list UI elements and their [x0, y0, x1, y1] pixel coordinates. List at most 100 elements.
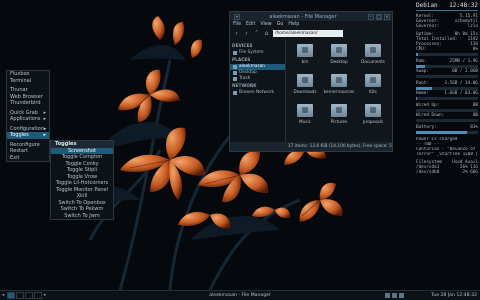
wired-up-row: Wired Up: 0B — [414, 103, 480, 108]
swap-row-key: Swap: — [416, 69, 429, 74]
menu-item-label: Exit — [10, 154, 20, 161]
kernel-row: Governor: lzlo — [414, 24, 480, 29]
status-bar: 17 items: 13.6 KiB (14,100 bytes), Free … — [230, 142, 392, 151]
window-title: aleekmasan - File Manager — [269, 13, 337, 20]
menu-go[interactable]: Go — [277, 22, 284, 27]
prev-desktop-icon[interactable]: ◂ — [0, 293, 6, 298]
sidebar-item-label: Trash — [239, 76, 251, 81]
root-row: Root: 3.5GB / 14.0G — [414, 81, 480, 86]
forward-icon[interactable]: › — [243, 30, 250, 37]
filesystem-row: /dev/sdb8 2% 66G — [414, 170, 480, 175]
location-bar[interactable]: /home/aleekmasan/ — [273, 29, 343, 37]
conky-clock: 12:48:32 — [449, 2, 478, 9]
sidebar-item-label: Browse Network — [239, 90, 274, 95]
home-icon[interactable]: ⌂ — [263, 30, 270, 37]
window-titlebar[interactable]: ≡ aleekmasan - File Manager – □ × — [230, 12, 392, 21]
folder-item-proposals[interactable]: proposals — [356, 104, 390, 134]
root-bar — [416, 87, 478, 90]
ram-row-value: 25MB / 1.9G — [449, 59, 478, 64]
divider — [416, 10, 478, 11]
folder-item-downloads[interactable]: Downloads — [288, 74, 322, 104]
back-icon[interactable]: ‹ — [233, 30, 240, 37]
folder-item-desktop[interactable]: Desktop — [322, 44, 356, 74]
folder-item-pictures[interactable]: Pictures — [322, 104, 356, 134]
menu-item-label: Toggles — [10, 132, 29, 138]
menu-item-toggles[interactable]: Toggles ▸ — [7, 132, 49, 139]
menu-item-label: Thunderbird — [10, 100, 41, 106]
folder-item-kernel-sources[interactable]: kernel-sources — [322, 74, 356, 104]
folder-label: Desktop — [330, 59, 348, 64]
ram-row-key: Ram: — [416, 59, 427, 64]
sidebar-item-browse-network[interactable]: Browse Network — [230, 90, 285, 96]
swap-row-value: 0B / 2.0GB — [452, 69, 478, 74]
hostname: Debian — [416, 2, 438, 9]
submenu-arrow-icon: ▸ — [43, 116, 46, 122]
toggles-submenu: Toggles Screenshot Toggle Compton Toggle C… — [50, 140, 114, 220]
battery-row-key: Battery: — [416, 125, 437, 130]
menu-edit[interactable]: Edit — [246, 22, 255, 27]
menu-item-applications[interactable]: Applications ▸ — [7, 116, 49, 123]
folder-icon — [331, 44, 347, 57]
tray-icon[interactable] — [385, 293, 390, 298]
desktop-2-button[interactable] — [16, 292, 24, 299]
wired-up-row-key: Wired Up: — [416, 103, 440, 108]
conky-panel: Debian 12:48:32 Kernel: 5.15.91 Governor: s… — [414, 0, 480, 290]
folder-label: Kits — [369, 89, 377, 94]
wired-down-row-key: Wired Down: — [416, 113, 445, 118]
folder-icon — [297, 74, 313, 87]
menu-item-toggle-lil-hotcorners[interactable]: Toggle Lil-Hotcorners — [51, 180, 113, 187]
tray-icon[interactable] — [392, 293, 397, 298]
desktop-4-button[interactable] — [34, 292, 42, 299]
sidebar: DEVICES File System PLACES aleekmasan De… — [230, 40, 286, 143]
close-icon[interactable]: × — [384, 13, 390, 20]
file-grid: bin Desktop Documents Downloads kernel-sourc… — [286, 40, 392, 143]
sidebar-header-places: PLACES — [232, 58, 251, 63]
folder-icon — [365, 104, 381, 117]
folder-item-kits[interactable]: Kits — [356, 74, 390, 104]
folder-icon — [331, 74, 347, 87]
folder-icon — [365, 44, 381, 57]
system-tray — [385, 293, 404, 298]
menu-view[interactable]: View — [260, 22, 271, 27]
sidebar-header-devices: DEVICES — [232, 44, 253, 49]
wired-down-bar — [416, 119, 478, 122]
home-bar — [416, 97, 478, 100]
home-row-value: 1.6GB / 83.0G — [444, 91, 478, 96]
sidebar-item-label: File System — [239, 50, 264, 55]
taskbar-clock: Tue 28 Jan 12:48:32 — [431, 293, 477, 298]
music-line: Terror" _Startrek 1x08 | — [416, 152, 479, 157]
folder-item-bin[interactable]: bin — [288, 44, 322, 74]
menu-item-switch-to-jwm[interactable]: Switch To Jwm — [51, 213, 113, 220]
menu-file[interactable]: File — [233, 22, 241, 27]
battery-row-value: 83% — [470, 125, 478, 130]
folder-label: kernel-sources — [323, 89, 355, 94]
wired-up-row-value: 0B — [472, 103, 478, 108]
submenu-arrow-icon: ▸ — [43, 132, 46, 138]
root-row-key: Root: — [416, 81, 429, 86]
drive-icon — [233, 51, 237, 55]
desktop-1-button[interactable] — [7, 292, 15, 299]
menu-bar: File Edit View Go Help — [230, 21, 392, 28]
folder-item-music[interactable]: Music — [288, 104, 322, 134]
tray-icon[interactable] — [399, 293, 404, 298]
kernel-row-key: Governor: — [416, 24, 440, 29]
menu-item-exit[interactable]: Exit — [7, 155, 49, 162]
folder-label: Downloads — [293, 89, 317, 94]
menu-help[interactable]: Help — [288, 22, 299, 27]
folder-icon — [297, 44, 313, 57]
minimize-icon[interactable]: – — [368, 13, 374, 20]
maximize-icon[interactable]: □ — [376, 13, 382, 20]
home-folder-icon — [233, 65, 237, 69]
desktop-3-button[interactable] — [25, 292, 33, 299]
folder-item-documents[interactable]: Documents — [356, 44, 390, 74]
folder-icon — [297, 104, 313, 117]
wired-up-bar — [416, 109, 478, 112]
filesystem-row-value: 2% 66G — [462, 170, 478, 175]
battery-row: Battery: 83% — [414, 125, 480, 130]
file-manager-window[interactable]: ≡ aleekmasan - File Manager – □ × File E… — [229, 11, 393, 152]
taskbar-window-button[interactable]: aleekmasan - File Manager — [160, 293, 320, 298]
up-icon[interactable]: ˄ — [253, 30, 260, 37]
folder-label: bin — [301, 59, 309, 64]
next-desktop-icon[interactable]: ▸ — [42, 293, 48, 298]
home-row-key: Home: — [416, 91, 429, 96]
